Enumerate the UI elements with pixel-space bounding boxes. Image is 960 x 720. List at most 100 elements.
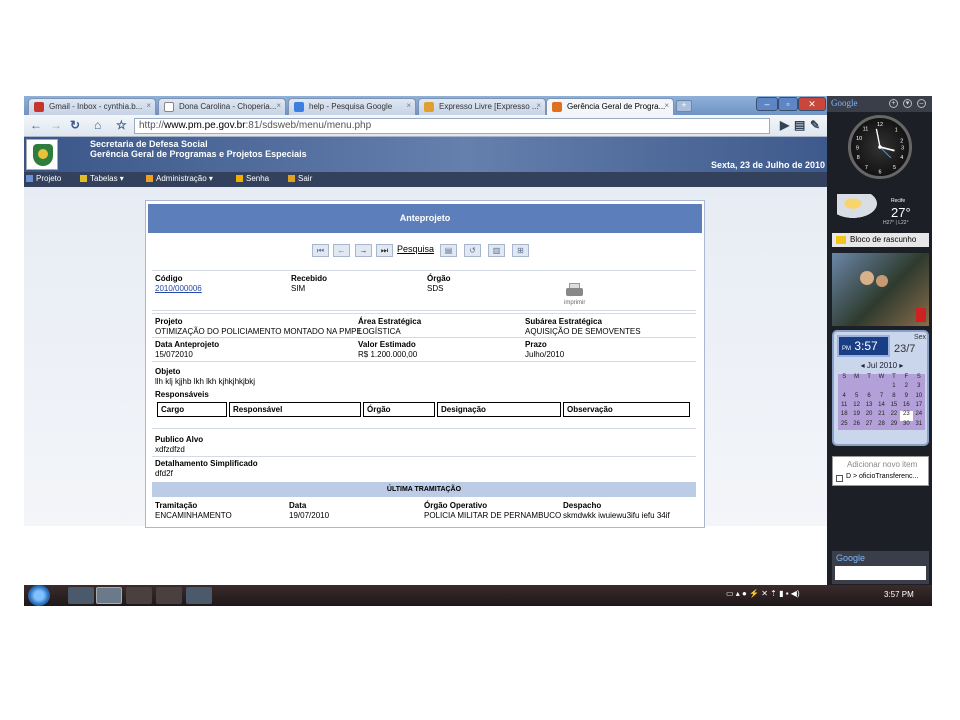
export-icon[interactable]: ⊞: [512, 244, 529, 257]
restore-button[interactable]: ▫: [778, 97, 798, 111]
calendar-day[interactable]: 23: [900, 411, 913, 421]
subarea-value: AQUISIÇÃO DE SEMOVENTES: [525, 327, 641, 336]
home-icon[interactable]: ⌂: [94, 118, 101, 132]
explorer-icon[interactable]: [68, 587, 94, 604]
tab-gerencia[interactable]: Gerência Geral de Progra... ×: [546, 98, 674, 115]
sidebar-minimize-icon[interactable]: –: [917, 99, 926, 108]
back-icon[interactable]: ←: [30, 118, 42, 132]
calendar-day[interactable]: 1: [888, 383, 900, 392]
calendar-day[interactable]: 10: [913, 393, 925, 402]
search-link[interactable]: Pesquisa: [397, 244, 434, 254]
calendar-day[interactable]: 13: [863, 402, 875, 411]
minimize-button[interactable]: –: [756, 97, 778, 111]
calendar-day[interactable]: 14: [875, 402, 887, 411]
calendar-day[interactable]: 18: [838, 411, 850, 420]
calendar-day[interactable]: 22: [888, 411, 900, 420]
calendar-day[interactable]: 3: [913, 383, 925, 392]
calendar-day: [863, 383, 875, 392]
delete-icon[interactable]: ▥: [488, 244, 505, 257]
sidebar-menu-icon[interactable]: ▾: [903, 99, 912, 108]
close-icon[interactable]: ×: [276, 101, 281, 110]
calendar-day[interactable]: 31: [913, 421, 925, 430]
next-month-icon[interactable]: ▸: [899, 361, 903, 370]
svg-text:11: 11: [863, 127, 869, 133]
calendar-day[interactable]: 26: [850, 421, 862, 430]
calendar-day[interactable]: 11: [838, 402, 850, 411]
tab-expresso[interactable]: Expresso Livre [Expresso ... ×: [418, 98, 546, 115]
photo-gadget[interactable]: [832, 253, 929, 326]
calendar-day[interactable]: 29: [888, 421, 900, 430]
ampm: PM: [842, 346, 851, 352]
media-icon[interactable]: [156, 587, 182, 604]
calendar-day[interactable]: 30: [900, 421, 912, 430]
calendar-day[interactable]: 17: [913, 402, 925, 411]
close-icon[interactable]: ×: [536, 101, 541, 110]
add-gadget-icon[interactable]: +: [889, 99, 898, 108]
app-icon[interactable]: [126, 587, 152, 604]
calendar-day[interactable]: 4: [838, 393, 850, 402]
calendar-day[interactable]: 20: [863, 411, 875, 420]
calendar-day[interactable]: 21: [875, 411, 887, 420]
calendar-day[interactable]: 19: [850, 411, 862, 420]
calendar-day[interactable]: 7: [875, 393, 887, 402]
save-icon[interactable]: ▤: [440, 244, 457, 257]
go-icon[interactable]: ▶: [780, 118, 789, 132]
window-icon[interactable]: [186, 587, 212, 604]
objeto-label: Objeto: [155, 367, 181, 376]
calendar-day[interactable]: 2: [900, 383, 912, 392]
close-icon[interactable]: ×: [146, 101, 151, 110]
bookmark-star-icon[interactable]: ☆: [116, 118, 127, 132]
system-tray[interactable]: ▭ ▴ ● ⚡ ✕ ⇡ ▮ ▪ ◀): [726, 589, 800, 598]
address-bar[interactable]: http://www.pm.pe.gov.br:81/sdsweb/menu/m…: [134, 118, 770, 134]
url-host: www.pm.pe.gov.br: [164, 120, 246, 131]
calendar-day[interactable]: 9: [900, 393, 912, 402]
start-button[interactable]: [28, 585, 50, 606]
calendar-month-nav: ◂ Jul 2010 ▸: [837, 361, 927, 370]
wrench-icon[interactable]: ✎: [810, 118, 820, 132]
menu-projeto[interactable]: Projeto: [26, 174, 61, 183]
add-item-label[interactable]: Adicionar novo item: [847, 460, 917, 469]
close-icon[interactable]: ×: [406, 101, 411, 110]
codigo-link[interactable]: 2010/000006: [155, 284, 202, 293]
svg-text:1: 1: [895, 128, 898, 134]
todo-item[interactable]: D > oficioTransferenc...: [846, 473, 918, 480]
menu-sair[interactable]: Sair: [288, 174, 312, 183]
calendar-day[interactable]: 25: [838, 421, 850, 430]
google-search-input[interactable]: [835, 566, 926, 580]
previous-record-icon[interactable]: ←: [333, 244, 350, 257]
next-record-icon[interactable]: →: [355, 244, 372, 257]
page-menu-icon[interactable]: ▤: [794, 118, 805, 132]
menu-administracao[interactable]: Administração ▾: [146, 174, 213, 183]
printer-icon[interactable]: [564, 283, 586, 299]
weather-gadget[interactable]: Recife 27° H27° | L22°: [833, 188, 929, 230]
tab-google-search[interactable]: help - Pesquisa Google ×: [288, 98, 416, 115]
menu-senha[interactable]: Senha: [236, 174, 269, 183]
calendar-day[interactable]: 27: [863, 421, 875, 430]
undo-icon[interactable]: ↺: [464, 244, 481, 257]
calendar-day[interactable]: 16: [900, 402, 912, 411]
close-window-button[interactable]: ✕: [798, 97, 826, 111]
close-icon[interactable]: ×: [664, 101, 669, 110]
calendar-day[interactable]: 6: [863, 393, 875, 402]
forward-icon[interactable]: →: [50, 118, 62, 132]
chrome-icon[interactable]: [96, 587, 122, 604]
last-record-icon[interactable]: ⏭: [376, 244, 393, 257]
checkbox[interactable]: [836, 475, 843, 482]
menu-tabelas[interactable]: Tabelas ▾: [80, 174, 124, 183]
notes-gadget[interactable]: Bloco de rascunho: [832, 233, 929, 247]
tab-gmail[interactable]: Gmail - Inbox - cynthia.b... ×: [28, 98, 156, 115]
calendar-day[interactable]: 8: [888, 393, 900, 402]
first-record-icon[interactable]: ⏮: [312, 244, 329, 257]
calendar-day[interactable]: 24: [913, 411, 925, 420]
calendar-day[interactable]: 5: [850, 393, 862, 402]
calendar-day[interactable]: 12: [850, 402, 862, 411]
taskbar-clock[interactable]: 3:57 PM: [884, 590, 914, 599]
new-tab-button[interactable]: +: [676, 100, 692, 112]
tab-dona-carolina[interactable]: Dona Carolina - Choperia... ×: [158, 98, 286, 115]
calendar-day[interactable]: 28: [875, 421, 887, 430]
divider: [152, 456, 696, 457]
reload-icon[interactable]: ↻: [70, 118, 80, 132]
print-label[interactable]: imprimir: [564, 300, 585, 306]
calendar-day[interactable]: 15: [888, 402, 900, 411]
prev-month-icon[interactable]: ◂: [861, 361, 865, 370]
